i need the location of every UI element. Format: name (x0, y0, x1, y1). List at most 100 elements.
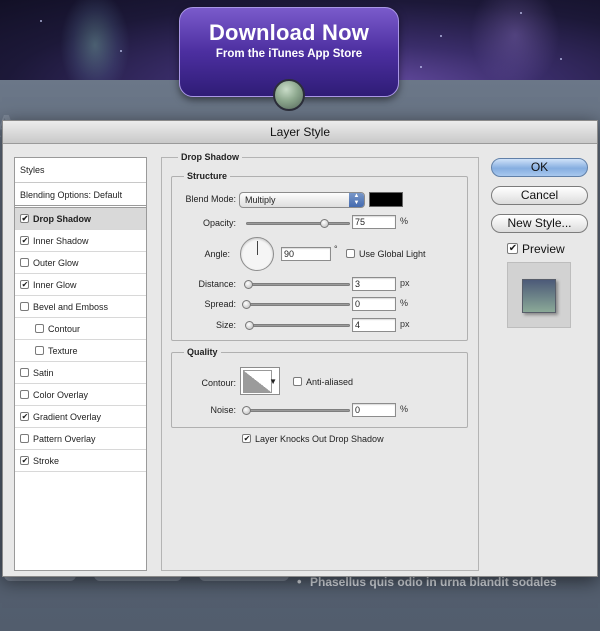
opacity-input[interactable]: 75 (352, 215, 396, 229)
contour-label: Contour: (201, 378, 236, 388)
styles-list: Styles Blending Options: Default Drop Sh… (14, 157, 147, 571)
noise-slider[interactable] (246, 409, 350, 412)
new-style-button[interactable]: New Style... (491, 214, 588, 233)
preview-checkbox[interactable]: Preview (507, 242, 565, 256)
distance-slider-thumb[interactable] (244, 280, 253, 289)
page-bullet-text: Phasellus quis odio in urna blandit soda… (297, 574, 557, 589)
star (560, 58, 562, 60)
download-title: Download Now (208, 20, 370, 45)
style-item-label: Texture (48, 346, 78, 356)
style-item-gradient-overlay[interactable]: Gradient Overlay (15, 406, 146, 428)
aurora-glow (470, 0, 560, 80)
style-item-label: Inner Shadow (33, 236, 89, 246)
style-item-pattern-overlay[interactable]: Pattern Overlay (15, 428, 146, 450)
contour-curve-icon (243, 370, 272, 393)
percent-unit: % (400, 216, 409, 226)
size-slider-thumb[interactable] (245, 321, 254, 330)
distance-label: Distance: (198, 279, 236, 289)
star (520, 12, 522, 14)
noise-label: Noise: (210, 405, 236, 415)
style-checkbox[interactable] (20, 302, 29, 311)
opacity-label: Opacity: (202, 218, 236, 228)
opacity-slider[interactable] (246, 222, 350, 225)
ok-button[interactable]: OK (491, 158, 588, 177)
style-item-texture[interactable]: Texture (15, 340, 146, 362)
style-item-contour[interactable]: Contour (15, 318, 146, 340)
anti-aliased-label: Anti-aliased (306, 377, 354, 387)
style-item-label: Contour (48, 324, 81, 334)
spread-slider-thumb[interactable] (242, 300, 251, 309)
preview-box[interactable] (507, 243, 518, 254)
style-item-label: Pattern Overlay (33, 434, 96, 444)
styles-list-header[interactable]: Styles (15, 158, 146, 183)
style-checkbox[interactable] (20, 434, 29, 443)
blend-mode-select[interactable]: Multiply ▲ ▼ (239, 192, 365, 208)
star (120, 50, 122, 52)
style-item-satin[interactable]: Satin (15, 362, 146, 384)
blend-mode-value: Multiply (245, 195, 276, 205)
style-item-label: Satin (33, 368, 54, 378)
angle-dial[interactable] (240, 237, 274, 271)
style-item-label: Stroke (33, 456, 60, 466)
dialog-title: Layer Style (3, 121, 597, 144)
spread-label: Spread: (204, 299, 236, 309)
style-item-inner-glow[interactable]: Inner Glow (15, 274, 146, 296)
aurora-glow (60, 0, 130, 80)
blending-options-item[interactable]: Blending Options: Default (15, 183, 146, 208)
style-item-label: Bevel and Emboss (33, 302, 109, 312)
style-checkbox[interactable] (20, 368, 29, 377)
contour-picker[interactable]: ▼ (240, 367, 280, 395)
style-item-label: Gradient Overlay (33, 412, 102, 422)
spread-slider[interactable] (246, 303, 350, 306)
percent-unit: % (400, 298, 409, 308)
distance-input[interactable]: 3 (352, 277, 396, 291)
opacity-slider-thumb[interactable] (320, 219, 329, 228)
preview-swatch (522, 279, 556, 313)
drop-shadow-panel: Drop Shadow Structure Blend Mode: Multip… (161, 152, 479, 571)
preview-label: Preview (522, 242, 565, 256)
style-checkbox[interactable] (20, 258, 29, 267)
star (440, 35, 442, 37)
structure-title: Structure (184, 171, 231, 181)
anti-aliased-box[interactable] (293, 377, 302, 386)
contour-dropdown-arrow-icon: ▼ (269, 377, 277, 386)
style-item-label: Outer Glow (33, 258, 79, 268)
size-slider[interactable] (246, 324, 350, 327)
spread-input[interactable]: 0 (352, 297, 396, 311)
style-item-outer-glow[interactable]: Outer Glow (15, 252, 146, 274)
angle-input[interactable]: 90 (281, 247, 331, 261)
angle-label: Angle: (204, 249, 230, 259)
style-item-inner-shadow[interactable]: Inner Shadow (15, 230, 146, 252)
style-checkbox[interactable] (20, 280, 29, 289)
style-checkbox[interactable] (20, 214, 29, 223)
use-global-light-label: Use Global Light (359, 249, 426, 259)
style-checkbox[interactable] (20, 412, 29, 421)
cancel-button[interactable]: Cancel (491, 186, 588, 205)
style-checkbox[interactable] (20, 390, 29, 399)
style-checkbox[interactable] (20, 456, 29, 465)
section-title: Drop Shadow (178, 152, 242, 162)
style-checkbox[interactable] (20, 236, 29, 245)
style-checkbox[interactable] (35, 346, 44, 355)
download-subtitle: From the iTunes App Store (215, 48, 363, 60)
style-checkbox[interactable] (35, 324, 44, 333)
knockout-box[interactable] (242, 434, 251, 443)
layer-style-dialog: Layer Style Styles Blending Options: Def… (2, 120, 598, 577)
style-item-color-overlay[interactable]: Color Overlay (15, 384, 146, 406)
shadow-color-swatch[interactable] (369, 192, 403, 207)
noise-slider-thumb[interactable] (242, 406, 251, 415)
structure-group: Structure Blend Mode: Multiply ▲ ▼ Opacit… (171, 171, 468, 341)
use-global-light-checkbox[interactable]: Use Global Light (346, 249, 426, 259)
style-item-stroke[interactable]: Stroke (15, 450, 146, 472)
style-item-drop-shadow[interactable]: Drop Shadow (15, 208, 146, 230)
noise-input[interactable]: 0 (352, 403, 396, 417)
star (420, 66, 422, 68)
knockout-checkbox[interactable]: Layer Knocks Out Drop Shadow (242, 434, 384, 444)
style-item-bevel-and-emboss[interactable]: Bevel and Emboss (15, 296, 146, 318)
badge-knob-icon (273, 79, 305, 111)
size-input[interactable]: 4 (352, 318, 396, 332)
anti-aliased-checkbox[interactable]: Anti-aliased (293, 377, 353, 387)
distance-slider[interactable] (246, 283, 350, 286)
preview-frame (507, 262, 571, 328)
use-global-light-box[interactable] (346, 249, 355, 258)
